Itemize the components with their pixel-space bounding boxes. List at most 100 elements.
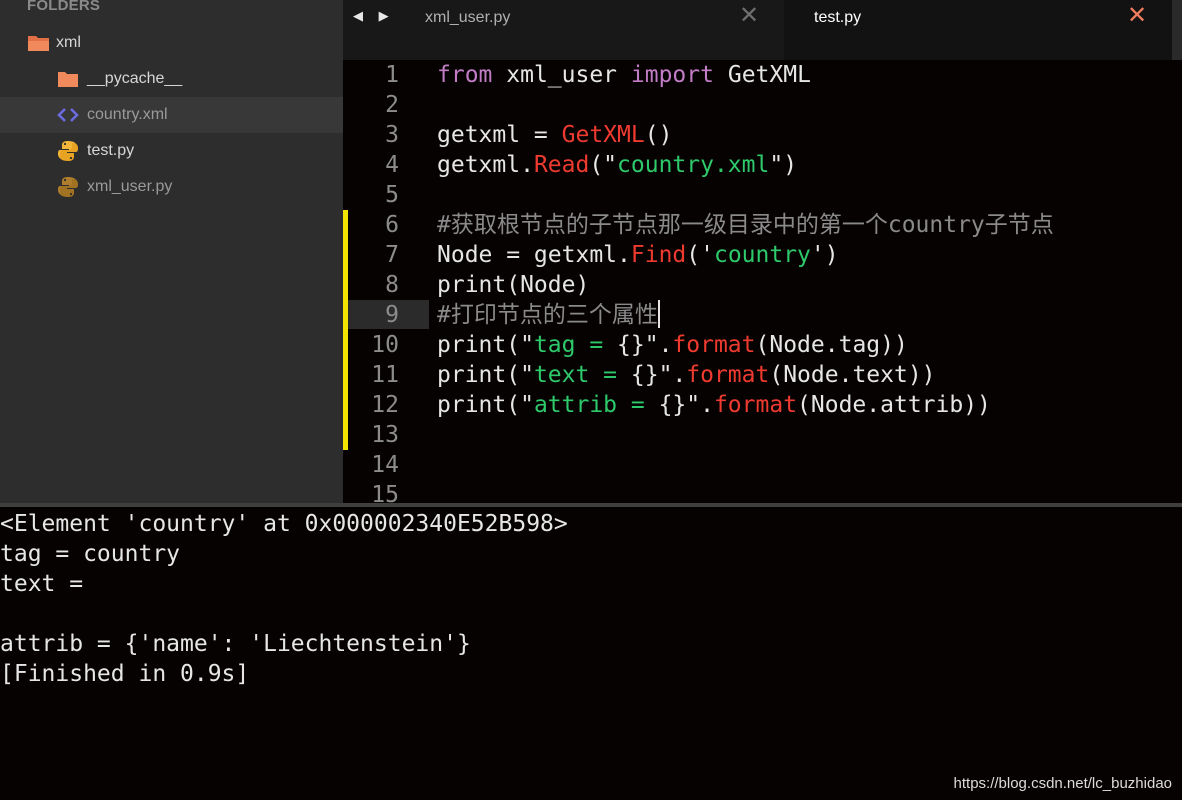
code-token: (Node.tag)) (755, 332, 908, 358)
sidebar-item-label: country.xml (87, 106, 168, 123)
output-line: <Element 'country' at 0x000002340E52B598… (0, 511, 568, 537)
line-number: 8 (385, 272, 399, 298)
folder-icon (56, 67, 80, 91)
sidebar: FOLDERS xml __pycache__ country.xml test… (0, 0, 343, 504)
xml-file-icon (56, 103, 80, 127)
code-token: print(Node) (437, 272, 590, 298)
code-text: getxml.Read("country.xml") (437, 150, 797, 180)
code-line[interactable]: 7 Node = getxml.Find('country') (343, 240, 1182, 270)
output-line: text = (0, 571, 84, 597)
code-line[interactable]: 12 print("attrib = {}".format(Node.attrib… (343, 390, 1182, 420)
output-line: [Finished in 0.9s] (0, 661, 250, 687)
code-token: text = (533, 362, 631, 388)
code-token: Read (533, 152, 590, 178)
line-number: 15 (371, 482, 399, 504)
code-token: getxml = (437, 122, 562, 148)
sidebar-item-label: xml (56, 34, 81, 51)
python-file-icon (56, 139, 80, 163)
code-token: {}". (658, 392, 714, 418)
code-token: GetXML (561, 122, 645, 148)
tab-nav-arrows[interactable]: ◀ ▶ (353, 8, 395, 24)
code-line[interactable]: 10 print("tag = {}".format(Node.tag)) (343, 330, 1182, 360)
code-line[interactable]: 13 (343, 420, 1182, 450)
code-text: getxml = GetXML() (437, 120, 672, 150)
sidebar-item-pycache[interactable]: __pycache__ (0, 61, 343, 97)
sidebar-item-xml[interactable]: xml (0, 25, 343, 61)
code-editor[interactable]: 1 from xml_user import GetXML 2 3 getxml = G… (343, 60, 1182, 504)
tab-xml-user-py[interactable]: xml_user.py ✕ (400, 0, 780, 60)
code-token: from (437, 62, 493, 88)
code-text: #打印节点的三个属性 (437, 300, 660, 330)
line-number: 2 (385, 92, 399, 118)
close-icon[interactable]: ✕ (739, 4, 759, 28)
code-line[interactable]: 15 (343, 480, 1182, 504)
line-number: 14 (371, 452, 399, 478)
code-token: Node = getxml. (437, 242, 631, 268)
code-token: {}". (630, 362, 687, 388)
code-token: format (686, 362, 770, 388)
tab-bar-edge (1172, 0, 1182, 60)
tab-label: test.py (814, 9, 862, 26)
code-line[interactable]: 5 (343, 180, 1182, 210)
code-token: {}". (617, 332, 673, 358)
line-number: 1 (385, 62, 399, 88)
code-token: () (644, 122, 673, 148)
code-token: #获取根节点的子节点那一级目录中的第一个country子节点 (437, 212, 1054, 238)
code-text: #获取根节点的子节点那一级目录中的第一个country子节点 (437, 210, 1054, 240)
code-token: print(" (437, 332, 534, 358)
code-token: print(" (437, 362, 534, 388)
code-line[interactable]: 8 print(Node) (343, 270, 1182, 300)
code-text: print(Node) (437, 270, 589, 300)
output-line: attrib = {'name': 'Liechtenstein'} (0, 631, 471, 657)
code-text: print("tag = {}".format(Node.tag)) (437, 330, 908, 360)
code-token: #打印节点的三个属性 (437, 302, 658, 328)
code-token: import (630, 62, 714, 88)
tab-test-py[interactable]: test.py ✕ (784, 0, 1172, 60)
close-icon[interactable]: ✕ (1127, 4, 1147, 28)
sidebar-item-label: test.py (87, 142, 135, 159)
code-token: (' (686, 242, 714, 268)
line-number: 7 (385, 242, 399, 268)
code-token: (" (589, 152, 618, 178)
code-token: country.xml (617, 152, 770, 178)
line-number: 4 (385, 152, 399, 178)
code-line[interactable]: 14 (343, 450, 1182, 480)
code-line[interactable]: 11 print("text = {}".format(Node.text)) (343, 360, 1182, 390)
line-number: 13 (371, 422, 399, 448)
line-number: 9 (385, 302, 399, 328)
sidebar-item-country-xml[interactable]: country.xml (0, 97, 343, 133)
code-token: Find (630, 242, 687, 268)
code-text: print("text = {}".format(Node.text)) (437, 360, 936, 390)
code-token: getxml. (437, 152, 534, 178)
code-line[interactable]: 3 getxml = GetXML() (343, 120, 1182, 150)
code-line[interactable]: 1 from xml_user import GetXML (343, 60, 1182, 90)
sidebar-item-test-py[interactable]: test.py (0, 133, 343, 169)
code-token: print(" (437, 392, 534, 418)
text-cursor (657, 300, 660, 328)
sidebar-item-xml-user-py[interactable]: xml_user.py (0, 169, 343, 205)
output-line: tag = country (0, 541, 181, 567)
line-number: 6 (385, 212, 399, 238)
build-output-panel: https://blog.csdn.net/lc_buzhidao <Eleme… (0, 507, 1182, 800)
code-token: (Node.text)) (769, 362, 936, 388)
tab-label: xml_user.py (425, 9, 511, 26)
code-token: tag = (533, 332, 618, 358)
line-number: 10 (371, 332, 399, 358)
line-number: 12 (371, 392, 399, 418)
code-token: GetXML (727, 62, 811, 88)
python-file-icon (56, 175, 80, 199)
tab-bar: ◀ ▶ xml_user.py ✕ test.py ✕ (343, 0, 1182, 60)
code-token: (Node.attrib)) (797, 392, 991, 418)
folder-open-icon (27, 31, 51, 55)
code-token: country (713, 242, 811, 268)
code-line[interactable]: 4 getxml.Read("country.xml") (343, 150, 1182, 180)
code-text: print("attrib = {}".format(Node.attrib)) (437, 390, 991, 420)
code-text: from xml_user import GetXML (437, 60, 811, 90)
code-line[interactable]: 2 (343, 90, 1182, 120)
code-line[interactable]: 6 #获取根节点的子节点那一级目录中的第一个country子节点 (343, 210, 1182, 240)
sidebar-item-label: xml_user.py (87, 178, 173, 195)
code-line[interactable]: 9 #打印节点的三个属性 (343, 300, 1182, 330)
watermark: https://blog.csdn.net/lc_buzhidao (953, 775, 1172, 792)
folders-header: FOLDERS (27, 0, 101, 14)
code-token: ") (769, 152, 798, 178)
